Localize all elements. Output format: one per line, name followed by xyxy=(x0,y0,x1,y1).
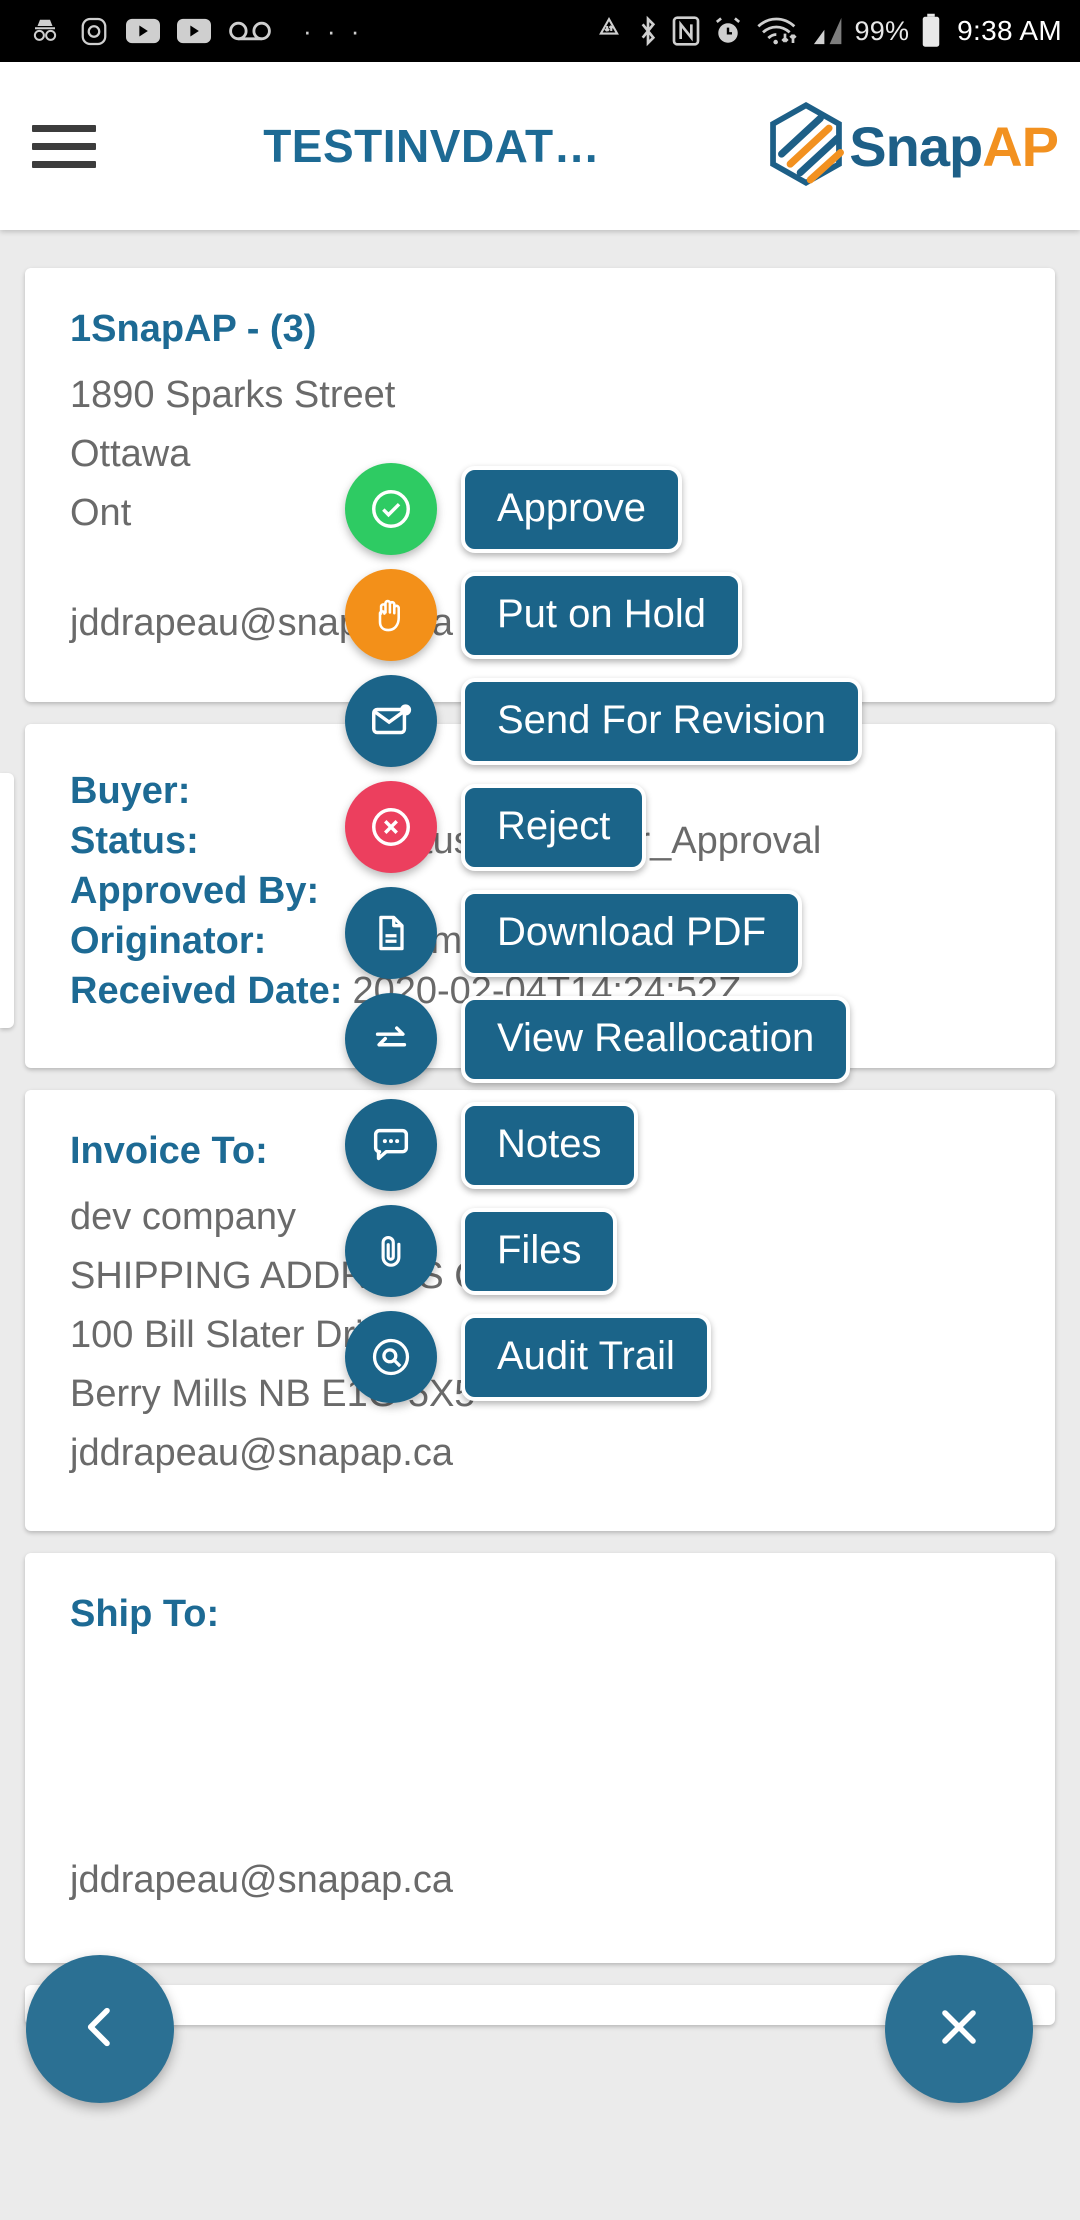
speed-dial-action-notes[interactable]: Notes xyxy=(345,1099,638,1191)
paperclip-icon[interactable] xyxy=(345,1205,437,1297)
download-pdf-button-label[interactable]: Download PDF xyxy=(461,889,803,977)
instagram-icon xyxy=(79,15,109,48)
logo-ap-text: AP xyxy=(982,114,1059,178)
chat-bubble-icon[interactable] xyxy=(345,1099,437,1191)
chevron-left-icon xyxy=(72,1999,128,2060)
back-fab-button[interactable] xyxy=(26,1955,174,2103)
vendor-address-line: 1890 Sparks Street xyxy=(70,374,396,416)
invoice-to-email: jddrapeau@snapap.ca xyxy=(70,1431,453,1474)
speed-dial-action-audit-trail[interactable]: Audit Trail xyxy=(345,1311,711,1403)
put-on-hold-button-label[interactable]: Put on Hold xyxy=(461,571,743,659)
swap-arrows-icon[interactable] xyxy=(345,993,437,1085)
speed-dial-action-view-reallocation[interactable]: View Reallocation xyxy=(345,993,851,1085)
nfc-icon xyxy=(671,15,701,47)
speed-dial-action-files[interactable]: Files xyxy=(345,1205,618,1297)
phone-screen: · · · 99% 9:38 AM TESTINVDAT… SnapAP 1Sn… xyxy=(0,0,1080,2220)
close-x-icon xyxy=(931,1999,987,2060)
audit-trail-button-label[interactable]: Audit Trail xyxy=(461,1313,711,1401)
ship-to-title: Ship To: xyxy=(70,1593,220,1636)
status-overflow-dots: · · · xyxy=(303,16,364,46)
view-reallocation-button-label[interactable]: View Reallocation xyxy=(461,995,851,1083)
mail-notify-icon[interactable] xyxy=(345,675,437,767)
data-saver-icon xyxy=(593,16,625,46)
speed-dial-action-hold[interactable]: Put on Hold xyxy=(345,569,743,661)
youtube-music-icon xyxy=(177,18,211,44)
check-circle-icon[interactable] xyxy=(345,463,437,555)
status-bar: · · · 99% 9:38 AM xyxy=(0,0,1080,62)
close-circle-icon[interactable] xyxy=(345,781,437,873)
cellular-signal-icon xyxy=(810,16,844,46)
originator-label: Originator: xyxy=(70,920,267,963)
voicemail-icon xyxy=(228,19,272,43)
battery-full-icon xyxy=(920,13,942,49)
alarm-icon xyxy=(712,15,744,47)
wifi-icon xyxy=(755,15,799,47)
ship-to-email: jddrapeau@snapap.ca xyxy=(70,1859,453,1902)
battery-percent-label: 99% xyxy=(854,15,910,46)
send-for-revision-button-label[interactable]: Send For Revision xyxy=(461,677,863,765)
vendor-name: 1SnapAP - (3) xyxy=(70,308,317,350)
audit-target-icon[interactable] xyxy=(345,1311,437,1403)
notes-button-label[interactable]: Notes xyxy=(461,1101,638,1189)
buyer-label: Buyer: xyxy=(70,770,191,813)
snapap-hexagon-logo-icon xyxy=(763,101,849,192)
card-edge-peek-left xyxy=(0,773,14,1028)
logo-snap-text: Snap xyxy=(849,114,983,178)
speed-dial-action-send-revision[interactable]: Send For Revision xyxy=(345,675,863,767)
approve-button-label[interactable]: Approve xyxy=(461,465,682,553)
incognito-icon xyxy=(28,16,62,46)
page-title: TESTINVDAT… xyxy=(263,120,601,172)
youtube-icon xyxy=(126,18,160,44)
hand-stop-icon[interactable] xyxy=(345,569,437,661)
files-button-label[interactable]: Files xyxy=(461,1207,618,1295)
reject-button-label[interactable]: Reject xyxy=(461,783,647,871)
status-bar-left-icons: · · · xyxy=(28,15,377,48)
speed-dial-action-reject[interactable]: Reject xyxy=(345,781,647,873)
status-bar-right-icons: 99% 9:38 AM xyxy=(593,13,1062,49)
bluetooth-icon xyxy=(636,15,660,47)
status-label: Status: xyxy=(70,820,199,863)
app-logo: SnapAP xyxy=(763,101,1059,192)
speed-dial-action-download-pdf[interactable]: Download PDF xyxy=(345,887,803,979)
close-fab-button[interactable] xyxy=(885,1955,1033,2103)
logo-wordmark: SnapAP xyxy=(849,114,1059,179)
clock-label: 9:38 AM xyxy=(957,15,1062,46)
approved-by-label: Approved By: xyxy=(70,870,320,913)
ship-to-spacer xyxy=(70,1636,1010,1858)
speed-dial-action-approve[interactable]: Approve xyxy=(345,463,682,555)
received-date-label: Received Date: xyxy=(70,970,343,1013)
ship-to-card: Ship To: jddrapeau@snapap.ca xyxy=(25,1553,1055,1964)
document-icon[interactable] xyxy=(345,887,437,979)
app-header: TESTINVDAT… SnapAP xyxy=(0,62,1080,230)
